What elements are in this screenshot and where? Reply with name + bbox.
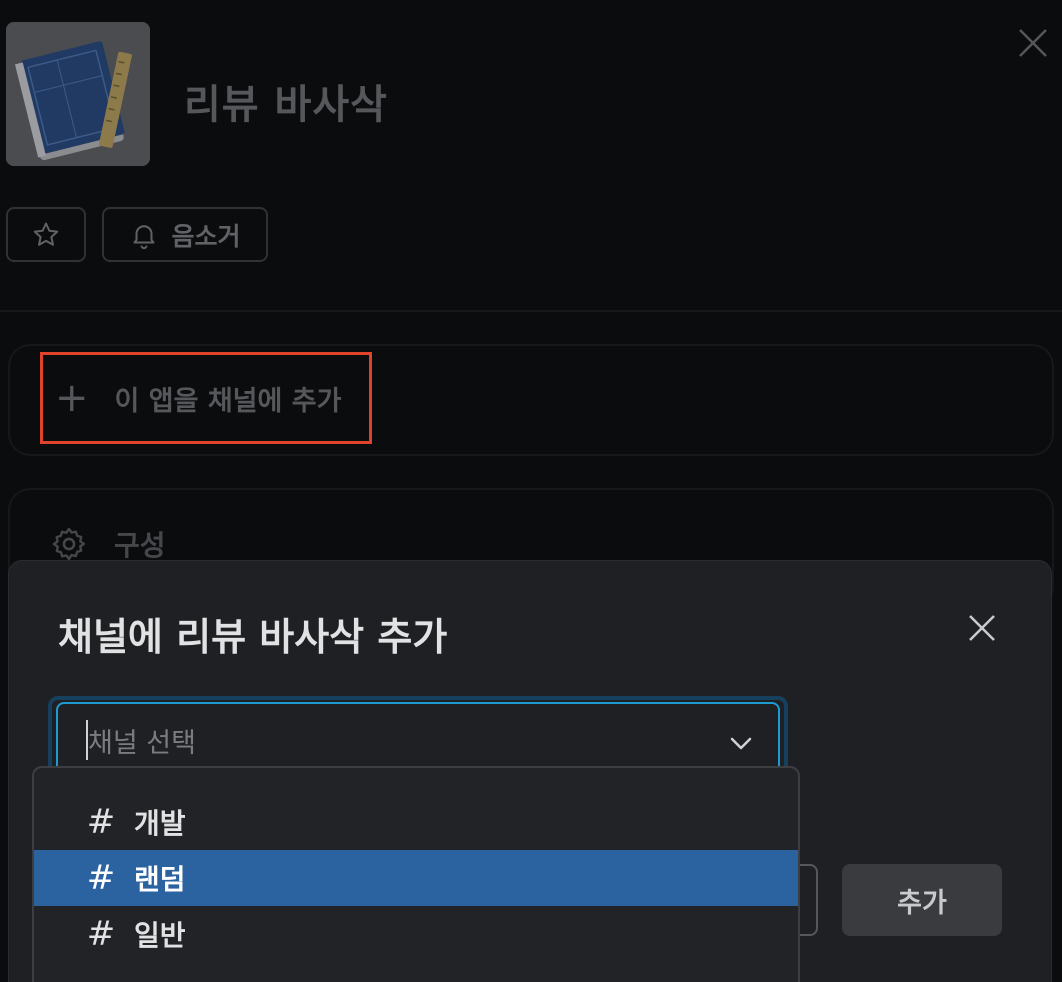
config-button[interactable]: 구성 bbox=[50, 524, 166, 564]
mute-button[interactable]: 음소거 bbox=[102, 207, 268, 262]
mute-label: 음소거 bbox=[171, 221, 241, 251]
gear-icon bbox=[52, 527, 86, 561]
bell-icon bbox=[133, 224, 155, 249]
app-icon bbox=[6, 22, 150, 166]
channel-option-dev[interactable]: # 개발 bbox=[34, 794, 798, 850]
channel-option-random[interactable]: # 랜덤 bbox=[34, 850, 798, 906]
channel-hash-icon: # bbox=[86, 858, 116, 898]
add-button[interactable]: 추가 bbox=[842, 864, 1002, 936]
add-to-channel-button[interactable]: + 이 앱을 채널에 추가 bbox=[40, 352, 372, 444]
star-icon bbox=[33, 222, 59, 246]
close-icon[interactable] bbox=[964, 610, 1000, 646]
channel-option-general[interactable]: # 일반 bbox=[34, 906, 798, 962]
channel-dropdown: # 개발 # 랜덤 # 일반 bbox=[32, 766, 800, 982]
app-details-page: 리뷰 바사삭 음소거 + 이 앱을 채널에 추가 구성 채널에 리뷰 바사삭 추… bbox=[0, 0, 1062, 982]
channel-option-label: 일반 bbox=[134, 919, 186, 952]
divider bbox=[0, 310, 1062, 312]
config-label: 구성 bbox=[114, 529, 166, 562]
close-icon[interactable] bbox=[1016, 26, 1050, 60]
channel-hash-icon: # bbox=[86, 802, 116, 842]
blueprint-notebook-icon bbox=[6, 22, 150, 166]
plus-icon: + bbox=[55, 375, 89, 421]
chevron-down-icon[interactable] bbox=[728, 730, 754, 756]
channel-option-label: 개발 bbox=[134, 807, 186, 840]
star-button[interactable] bbox=[6, 207, 86, 262]
modal-title: 채널에 리뷰 바사삭 추가 bbox=[58, 615, 448, 659]
channel-select-placeholder: 채널 선택 bbox=[88, 727, 196, 759]
channel-hash-icon: # bbox=[86, 914, 116, 954]
channel-option-label: 랜덤 bbox=[134, 863, 186, 896]
add-to-channel-label: 이 앱을 채널에 추가 bbox=[114, 385, 342, 417]
app-title: 리뷰 바사삭 bbox=[184, 82, 388, 128]
